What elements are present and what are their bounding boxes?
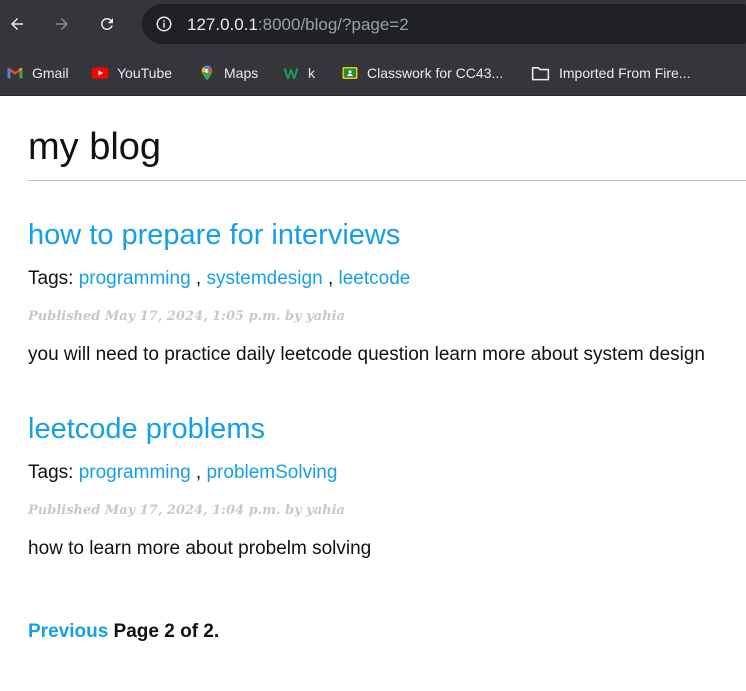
back-arrow-icon [11, 18, 23, 30]
url-host: 127.0.0.1 [187, 15, 258, 34]
bookmark-label: YouTube [117, 65, 173, 81]
bookmark-label: k [308, 65, 315, 81]
pagination: Previous Page 2 of 2. [28, 620, 219, 644]
post-body: how to learn more about probelm solving [28, 538, 372, 559]
post-item: leetcode problems Tags: programming , pr… [28, 412, 746, 561]
bookmark-gmail[interactable]: Gmail [6, 62, 69, 84]
post-title-link[interactable]: leetcode problems [28, 412, 746, 446]
youtube-icon [91, 64, 109, 82]
title-divider [28, 180, 746, 181]
w-app-icon [282, 64, 300, 82]
site-title: my blog [28, 126, 162, 168]
page-indicator: Page 2 of 2. [113, 621, 220, 642]
bookmarks-bar: Gmail YouTube Maps k Classwork for CC43.… [0, 50, 746, 96]
bookmark-imported-folder[interactable]: Imported From Fire... [530, 62, 690, 84]
bookmark-label: Maps [224, 65, 259, 81]
browser-toolbar: 127.0.0.1:8000/blog/?page=2 [0, 0, 746, 50]
bookmark-label: Gmail [32, 65, 69, 81]
post-tags: Tags: programming , systemdesign , leetc… [28, 267, 746, 291]
bookmark-k[interactable]: k [282, 62, 315, 84]
previous-page-link[interactable]: Previous [28, 621, 108, 642]
site-info-icon[interactable] [155, 15, 173, 33]
tag-link-problemsolving[interactable]: problemSolving [206, 462, 337, 483]
post-title-link[interactable]: how to prepare for interviews [28, 218, 746, 252]
post-published-date: Published May 17, 2024, 1:05 p.m. by yah… [28, 309, 345, 324]
reload-icon [101, 17, 113, 30]
tags-prefix: Tags: [28, 268, 74, 289]
tag-link-systemdesign[interactable]: systemdesign [206, 268, 322, 289]
classroom-icon [341, 64, 359, 82]
bookmark-classwork[interactable]: Classwork for CC43... [341, 62, 503, 84]
address-bar[interactable]: 127.0.0.1:8000/blog/?page=2 [142, 4, 746, 44]
post-published-date: Published May 17, 2024, 1:04 p.m. by yah… [28, 503, 345, 518]
folder-icon [530, 64, 551, 82]
reload-button[interactable] [93, 10, 121, 38]
maps-icon [198, 64, 216, 82]
post-tags: Tags: programming , problemSolving [28, 461, 746, 485]
bookmark-maps[interactable]: Maps [198, 62, 258, 84]
forward-arrow-icon [56, 18, 68, 30]
bookmark-label: Classwork for CC43... [367, 65, 504, 81]
tag-link-programming[interactable]: programming [79, 268, 191, 289]
url-text[interactable]: 127.0.0.1:8000/blog/?page=2 [187, 15, 409, 35]
tags-prefix: Tags: [28, 462, 74, 483]
tag-link-programming[interactable]: programming [79, 462, 191, 483]
tag-separator: , [195, 268, 202, 289]
bookmark-youtube[interactable]: YouTube [91, 62, 172, 84]
post-item: how to prepare for interviews Tags: prog… [28, 218, 746, 367]
tag-link-leetcode[interactable]: leetcode [339, 268, 411, 289]
forward-button[interactable] [48, 10, 76, 38]
tag-separator: , [195, 462, 202, 483]
gmail-icon [6, 64, 24, 82]
tag-separator: , [327, 268, 334, 289]
bookmark-label: Imported From Fire... [559, 65, 691, 81]
back-button[interactable] [3, 10, 31, 38]
url-path: :8000/blog/?page=2 [257, 15, 409, 34]
post-body: you will need to practice daily leetcode… [28, 344, 705, 365]
